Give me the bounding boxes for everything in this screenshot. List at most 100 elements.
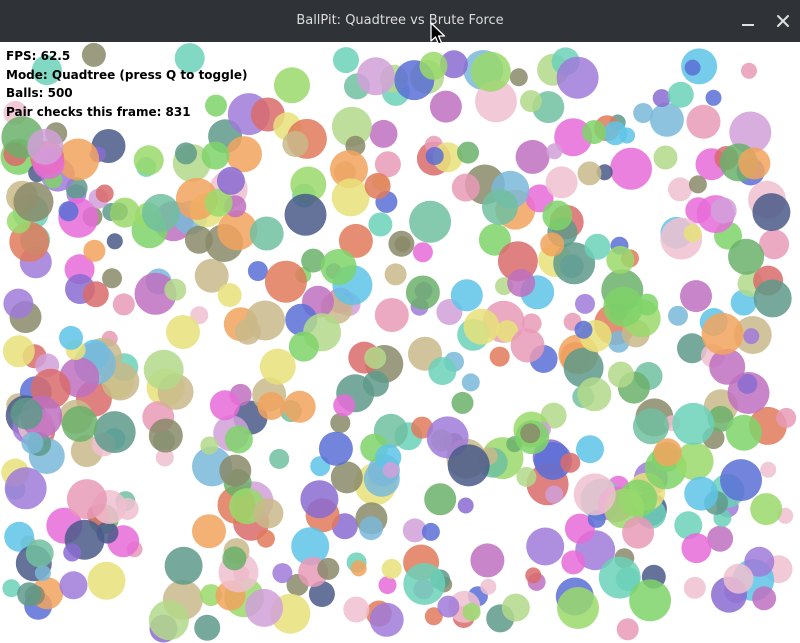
ball (705, 89, 722, 106)
ball (520, 90, 542, 113)
ball (743, 328, 760, 345)
ball (343, 596, 370, 623)
ball (738, 147, 771, 180)
ball (272, 563, 293, 584)
ball (652, 89, 671, 108)
ball (668, 305, 688, 326)
ball (378, 576, 397, 595)
ball (542, 200, 573, 231)
ball (728, 238, 765, 275)
ball (501, 593, 530, 622)
ball (482, 189, 518, 225)
ball (560, 452, 581, 473)
ball (603, 286, 644, 327)
ball (561, 550, 586, 575)
ball (369, 119, 398, 148)
ball (382, 461, 399, 478)
ball (87, 561, 126, 600)
ball (540, 232, 565, 257)
ball (603, 121, 628, 146)
ball (247, 261, 268, 281)
ball (201, 141, 230, 170)
ball (102, 268, 122, 289)
ball (333, 394, 356, 417)
close-button[interactable] (771, 9, 795, 33)
ball (573, 473, 616, 516)
ball (437, 595, 460, 618)
ball (429, 90, 462, 123)
ball (419, 51, 448, 80)
ball (428, 357, 457, 386)
ball (216, 166, 245, 195)
ball (546, 143, 563, 160)
ball (683, 224, 702, 243)
ball (184, 225, 213, 254)
ball (516, 466, 537, 487)
simulation-canvas[interactable]: FPS: 62.5 Mode: Quadtree (press Q to tog… (0, 42, 800, 643)
ball (610, 147, 652, 190)
ball (525, 567, 542, 584)
pair-checks-readout: Pair checks this frame: 831 (6, 104, 191, 119)
title-bar[interactable]: BallPit: Quadtree vs Brute Force (0, 0, 800, 42)
ball (209, 390, 240, 421)
ball (760, 461, 777, 478)
window-title: BallPit: Quadtree vs Brute Force (296, 13, 504, 28)
ball (63, 543, 82, 562)
close-icon (777, 15, 789, 27)
ball (274, 67, 310, 104)
ball (106, 233, 123, 250)
ball (451, 391, 474, 414)
mode-readout: Mode: Quadtree (press Q to toggle) (6, 67, 248, 82)
ball (318, 431, 353, 466)
ball (683, 576, 706, 599)
ball (710, 197, 737, 224)
ball (388, 230, 415, 257)
ball (616, 618, 639, 641)
ball (577, 161, 602, 186)
ball (257, 392, 286, 420)
mouse-cursor-icon (430, 22, 446, 45)
ball (59, 571, 88, 600)
ball (59, 325, 83, 350)
ball (93, 411, 136, 454)
ball (574, 320, 593, 339)
ball (577, 377, 612, 412)
ball (412, 242, 433, 263)
ball (222, 546, 247, 571)
ball (723, 563, 754, 594)
ball (447, 444, 490, 487)
ball (470, 543, 505, 578)
ball (330, 413, 351, 433)
ball (509, 68, 528, 87)
ball (317, 557, 340, 580)
ball (545, 166, 578, 199)
ball (741, 62, 757, 79)
ball (148, 418, 183, 453)
ball (424, 483, 457, 516)
ball (66, 479, 107, 520)
ball (384, 263, 407, 286)
ball (95, 184, 114, 203)
ball (450, 279, 483, 312)
ball (2, 335, 35, 368)
ball (141, 193, 180, 232)
ball (288, 331, 319, 362)
hud-overlay: FPS: 62.5 Mode: Quadtree (press Q to tog… (6, 47, 247, 121)
ball (405, 275, 440, 310)
ball (653, 438, 682, 467)
ball (680, 280, 712, 313)
ball (381, 558, 402, 579)
ball (219, 454, 252, 487)
ball (750, 493, 783, 526)
ball (649, 102, 684, 137)
ball (166, 315, 200, 349)
ball (83, 239, 106, 262)
ball (331, 178, 370, 217)
ball (253, 498, 284, 529)
ball (675, 442, 714, 481)
minimize-icon (742, 24, 754, 26)
ball (753, 279, 792, 318)
ball (4, 467, 47, 510)
ball (364, 173, 391, 199)
minimize-button[interactable] (736, 9, 760, 33)
